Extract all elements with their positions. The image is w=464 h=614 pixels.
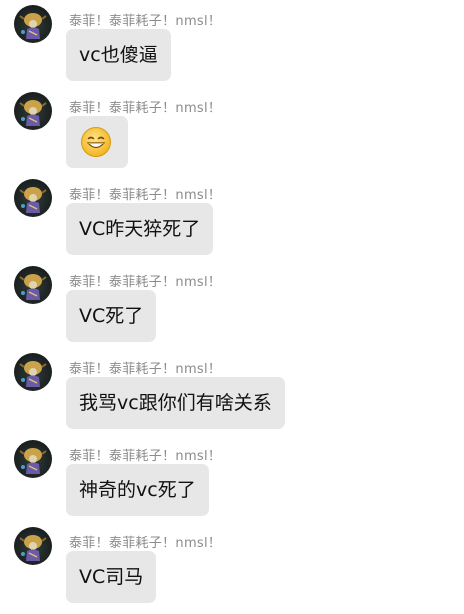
message-bubble[interactable]: VC死了 <box>66 290 157 342</box>
chat-message: 泰菲！泰菲耗子！nmsl！ <box>0 87 464 174</box>
chat-message: 泰菲！泰菲耗子！nmsl！ VC昨天猝死了 <box>0 174 464 261</box>
avatar[interactable] <box>14 179 52 217</box>
message-bubble[interactable] <box>66 116 128 168</box>
avatar[interactable] <box>14 527 52 565</box>
grinning-face-emoji-icon <box>80 126 112 158</box>
sender-name: 泰菲！泰菲耗子！nmsl！ <box>69 188 222 203</box>
chat-message: 泰菲！泰菲耗子！nmsl！ 我骂vc跟你们有啥关系 <box>0 348 464 435</box>
sender-name: 泰菲！泰菲耗子！nmsl！ <box>69 449 222 464</box>
avatar[interactable] <box>14 353 52 391</box>
sender-name: 泰菲！泰菲耗子！nmsl！ <box>69 536 222 551</box>
chat-message: 泰菲！泰菲耗子！nmsl！ vc也傻逼 <box>0 0 464 87</box>
chat-message-list: 泰菲！泰菲耗子！nmsl！ vc也傻逼 泰菲！泰菲耗子！nmsl！ 泰菲！泰菲耗… <box>0 0 464 614</box>
sender-name: 泰菲！泰菲耗子！nmsl！ <box>69 362 222 377</box>
sender-name: 泰菲！泰菲耗子！nmsl！ <box>69 275 222 290</box>
message-bubble[interactable]: VC昨天猝死了 <box>66 203 214 255</box>
message-bubble[interactable]: vc也傻逼 <box>66 29 171 81</box>
avatar[interactable] <box>14 440 52 478</box>
chat-message: 泰菲！泰菲耗子！nmsl！ VC死了 <box>0 261 464 348</box>
chat-message: 泰菲！泰菲耗子！nmsl！ 神奇的vc死了 <box>0 435 464 522</box>
message-bubble[interactable]: 我骂vc跟你们有啥关系 <box>66 377 285 429</box>
chat-message: 泰菲！泰菲耗子！nmsl！ VC司马 <box>0 522 464 609</box>
sender-name: 泰菲！泰菲耗子！nmsl！ <box>69 14 222 29</box>
avatar[interactable] <box>14 266 52 304</box>
avatar[interactable] <box>14 92 52 130</box>
message-bubble[interactable]: 神奇的vc死了 <box>66 464 209 516</box>
sender-name: 泰菲！泰菲耗子！nmsl！ <box>69 101 222 116</box>
avatar[interactable] <box>14 5 52 43</box>
message-bubble[interactable]: VC司马 <box>66 551 157 603</box>
